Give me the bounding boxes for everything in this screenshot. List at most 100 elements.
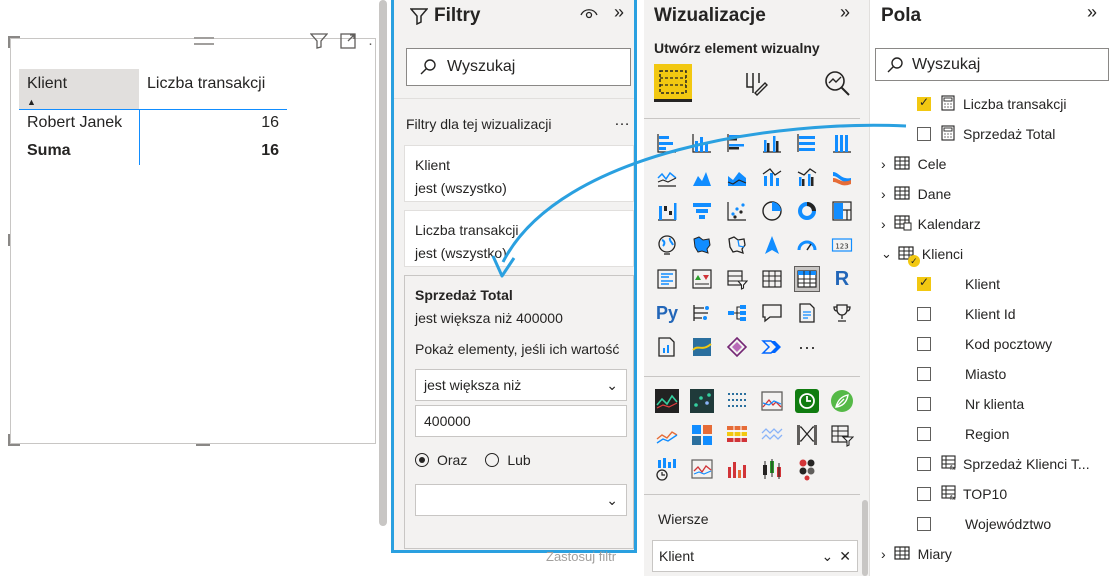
custom-visual-candles-icon[interactable]: [759, 456, 785, 482]
pie-chart-icon[interactable]: [759, 198, 785, 224]
paginated-report-icon[interactable]: [654, 334, 680, 360]
custom-visual-clock-icon[interactable]: [794, 388, 820, 414]
field-item-miasto[interactable]: Miasto: [917, 359, 1006, 389]
goals-trophy-icon[interactable]: [829, 300, 855, 326]
custom-visual-bars-icon[interactable]: [724, 456, 750, 482]
power-apps-icon[interactable]: [724, 334, 750, 360]
clustered-bar-chart-icon[interactable]: [724, 130, 750, 156]
r-script-visual-icon[interactable]: R: [829, 266, 855, 292]
stacked-area-chart-icon[interactable]: [724, 164, 750, 190]
chevron-right-icon[interactable]: ›: [881, 186, 886, 202]
rows-well-field[interactable]: Klient ⌄ ✕: [652, 540, 858, 572]
resize-handle[interactable]: [8, 234, 10, 246]
field-item-nr-klienta[interactable]: Nr klienta: [917, 389, 1024, 419]
100-stacked-bar-chart-icon[interactable]: [794, 130, 820, 156]
canvas-scrollbar[interactable]: [379, 0, 387, 526]
checkbox-icon[interactable]: [917, 307, 931, 321]
apply-filter-button[interactable]: Zastosuj filtr: [546, 549, 616, 564]
table-item-miary[interactable]: › Miary: [881, 539, 952, 569]
100-stacked-column-chart-icon[interactable]: [829, 130, 855, 156]
resize-handle[interactable]: [8, 36, 10, 48]
checkbox-checked-icon[interactable]: [917, 275, 931, 291]
python-visual-icon[interactable]: Py: [654, 300, 680, 326]
scatter-chart-icon[interactable]: [724, 198, 750, 224]
more-options-icon[interactable]: ·: [368, 35, 373, 52]
line-and-stacked-column-chart-icon[interactable]: [759, 164, 785, 190]
more-options-icon[interactable]: …: [614, 112, 630, 130]
area-chart-icon[interactable]: [689, 164, 715, 190]
checkbox-icon[interactable]: [917, 367, 931, 381]
card-icon[interactable]: 123: [829, 232, 855, 258]
chevron-down-icon[interactable]: ⌄: [881, 246, 892, 262]
operator-select[interactable]: jest większa niż ⌄: [415, 369, 627, 401]
multi-row-card-icon[interactable]: [654, 266, 680, 292]
filter-value-input[interactable]: 400000: [415, 405, 627, 437]
table-row[interactable]: Robert Janek 16: [19, 109, 287, 137]
checkbox-icon[interactable]: [917, 397, 931, 411]
table-item-cele[interactable]: › Cele: [881, 149, 946, 179]
chevron-right-icon[interactable]: ›: [881, 156, 886, 172]
field-item-sprzedaz-klienci[interactable]: fx Sprzedaż Klienci T...: [917, 449, 1090, 479]
resize-handle[interactable]: [196, 444, 210, 446]
custom-visual-image-icon[interactable]: [759, 388, 785, 414]
arcgis-map-icon[interactable]: [689, 334, 715, 360]
radio-or[interactable]: Lub: [485, 449, 531, 472]
map-icon[interactable]: [654, 232, 680, 258]
field-item-kod-pocztowy[interactable]: Kod pocztowy: [917, 329, 1052, 359]
fields-search-input[interactable]: Wyszukaj: [875, 48, 1109, 81]
shape-map-icon[interactable]: [724, 232, 750, 258]
table-item-kalendarz[interactable]: › Kalendarz: [881, 209, 981, 239]
checkbox-icon[interactable]: [917, 487, 931, 501]
donut-chart-icon[interactable]: [794, 198, 820, 224]
column-header-klient[interactable]: Klient ▲: [19, 69, 139, 110]
collapse-pane-icon[interactable]: »: [614, 2, 624, 23]
qna-icon[interactable]: [759, 300, 785, 326]
custom-visual-multiline-icon[interactable]: [654, 422, 680, 448]
field-item-region[interactable]: Region: [917, 419, 1009, 449]
funnel-icon[interactable]: [689, 198, 715, 224]
radio-and[interactable]: Oraz: [415, 449, 467, 472]
key-influencers-icon[interactable]: [689, 300, 715, 326]
custom-visual-tiles-icon[interactable]: [689, 422, 715, 448]
checkbox-icon[interactable]: [917, 457, 931, 471]
field-item-liczba-transakcji[interactable]: Liczba transakcji: [917, 89, 1067, 119]
filters-search-input[interactable]: Wyszukaj: [406, 48, 631, 86]
field-item-sprzedaz-total[interactable]: Sprzedaż Total: [917, 119, 1055, 149]
custom-visual-sparkline-icon[interactable]: [689, 456, 715, 482]
filter-card-klient[interactable]: Klient jest (wszystko): [404, 145, 634, 202]
ribbon-chart-icon[interactable]: [829, 164, 855, 190]
slicer-icon[interactable]: [724, 266, 750, 292]
treemap-icon[interactable]: [829, 198, 855, 224]
chevron-right-icon[interactable]: ›: [881, 546, 886, 562]
field-item-wojewodztwo[interactable]: Województwo: [917, 509, 1051, 539]
filled-map-icon[interactable]: [689, 232, 715, 258]
stacked-column-chart-icon[interactable]: [689, 130, 715, 156]
field-item-klient-id[interactable]: Klient Id: [917, 299, 1016, 329]
custom-visual-grid-icon[interactable]: [724, 388, 750, 414]
collapse-pane-icon[interactable]: »: [1087, 2, 1097, 23]
eye-icon[interactable]: [580, 6, 598, 23]
column-header-liczba-transakcji[interactable]: Liczba transakcji: [139, 69, 287, 110]
collapse-pane-icon[interactable]: »: [840, 2, 850, 23]
checkbox-checked-icon[interactable]: [917, 95, 931, 111]
kpi-icon[interactable]: [689, 266, 715, 292]
waterfall-chart-icon[interactable]: [654, 198, 680, 224]
custom-visual-table-filter-icon[interactable]: [829, 422, 855, 448]
tab-format-visual-icon[interactable]: [736, 64, 774, 102]
clustered-column-chart-icon[interactable]: [759, 130, 785, 156]
filter-icon[interactable]: [309, 33, 329, 53]
checkbox-icon[interactable]: [917, 337, 931, 351]
close-icon[interactable]: ✕: [839, 548, 851, 565]
visualizations-scrollbar[interactable]: [862, 500, 868, 576]
table-visual[interactable]: · Klient ▲ Liczba transakcji Robert Jane…: [10, 33, 376, 444]
custom-visual-dots-icon[interactable]: [794, 456, 820, 482]
tab-build-visual-icon[interactable]: [654, 64, 692, 102]
checkbox-icon[interactable]: [917, 517, 931, 531]
tab-analytics-icon[interactable]: [818, 64, 856, 102]
matrix-icon[interactable]: [794, 266, 820, 292]
filter-card-liczba-transakcji[interactable]: Liczba transakcji jest (wszystko): [404, 210, 634, 267]
line-chart-icon[interactable]: [654, 164, 680, 190]
table-icon[interactable]: [759, 266, 785, 292]
custom-visual-sankey-icon[interactable]: [794, 422, 820, 448]
more-visuals-icon[interactable]: ···: [794, 334, 820, 360]
